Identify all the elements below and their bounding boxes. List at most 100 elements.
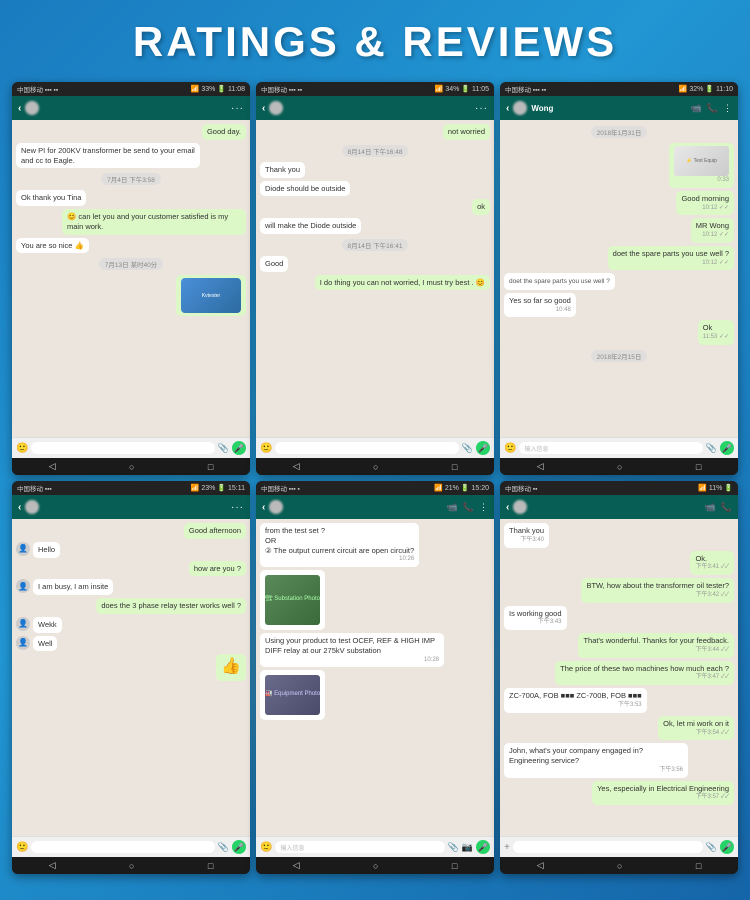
msg-4-7-row: 👤 Well <box>16 636 246 652</box>
carrier-1: 中国移动 ▪▪▪ ▪▪ <box>17 84 58 94</box>
msg-4-4-row: 👤 I am busy, I am insite <box>16 579 246 595</box>
call-icon-5[interactable]: 📞 <box>463 502 474 513</box>
chat-header-1: ‹ ​ ··· <box>12 96 250 120</box>
input-field-3[interactable]: 输入信息 <box>519 442 702 454</box>
menu-dots-1[interactable]: ··· <box>231 103 244 114</box>
input-bar-3: 🙂 输入信息 📎 🎤 <box>500 437 738 458</box>
plus-icon-6[interactable]: + <box>504 842 510 853</box>
nav-home-6[interactable]: ○ <box>617 861 622 871</box>
msg-2-4: ok <box>472 199 490 215</box>
nav-back-6[interactable]: ◁ <box>537 860 544 871</box>
msg-3-1: Good morning 10:12 ✓✓ <box>676 191 734 216</box>
video-call-icon-6[interactable]: 📹 <box>705 502 716 513</box>
status-right-1: 📶 33% 🔋 11:08 <box>191 85 245 93</box>
screen-1: 中国移动 ▪▪▪ ▪▪ 📶 33% 🔋 11:08 ‹ ​ ··· Good d… <box>12 82 250 475</box>
nav-back-5[interactable]: ◁ <box>293 860 300 871</box>
input-bar-1: 🙂 📎 🎤 <box>12 437 250 458</box>
attach-icon-3[interactable]: 📎 <box>706 443 717 454</box>
chat-body-1: Good day. New PI for 200KV transformer b… <box>12 120 250 437</box>
page-title: RATINGS & REVIEWS <box>0 18 750 66</box>
input-bar-6: + 📎 🎤 <box>500 836 738 857</box>
chat-header-3: ‹ Wong 📹 📞 ⋮ <box>500 96 738 120</box>
menu-dots-3[interactable]: ⋮ <box>723 103 732 114</box>
input-field-1[interactable] <box>31 442 214 454</box>
nav-home-3[interactable]: ○ <box>617 462 622 472</box>
msg-3-4: doet the spare parts you use well ? <box>504 273 615 289</box>
input-field-5[interactable]: 输入信息 <box>275 841 444 853</box>
nav-bar-5: ◁ ○ □ <box>256 857 494 874</box>
input-field-6[interactable] <box>513 841 703 853</box>
screen-6: 中国移动 ▪▪ 📶 11% 🔋 ‹ ​ 📹 📞 Thank you 下午3:40… <box>500 481 738 874</box>
back-arrow-3[interactable]: ‹ <box>506 103 509 114</box>
nav-bar-2: ◁ ○ □ <box>256 458 494 475</box>
camera-icon-5[interactable]: 📷 <box>462 842 473 853</box>
msg-3-3: doet the spare parts you use well ? 10:1… <box>608 246 734 271</box>
menu-dots-5[interactable]: ⋮ <box>479 502 488 513</box>
nav-recent-1[interactable]: □ <box>208 462 213 472</box>
attach-icon-2[interactable]: 📎 <box>462 443 473 454</box>
emoji-icon-5[interactable]: 🙂 <box>260 842 272 853</box>
nav-back-2[interactable]: ◁ <box>293 461 300 472</box>
mic-btn-5[interactable]: 🎤 <box>476 840 490 854</box>
msg-4-8: 👍 <box>216 654 246 681</box>
mic-btn-3[interactable]: 🎤 <box>720 441 734 455</box>
back-arrow-2[interactable]: ‹ <box>262 103 265 114</box>
input-bar-2: 🙂 📎 🎤 <box>256 437 494 458</box>
call-icon[interactable]: 📞 <box>707 103 718 114</box>
menu-dots-2[interactable]: ··· <box>475 103 488 114</box>
nav-home-5[interactable]: ○ <box>373 861 378 871</box>
msg-3-2: MR Wong 10:12 ✓✓ <box>691 218 734 243</box>
msg-1-5: You are so nice 👍 <box>16 238 89 254</box>
msg-6-4: Is working good 下午3:43 <box>504 606 567 631</box>
mic-btn-4[interactable]: 🎤 <box>232 840 246 854</box>
status-bar-6: 中国移动 ▪▪ 📶 11% 🔋 <box>500 481 738 495</box>
chat-header-6: ‹ ​ 📹 📞 <box>500 495 738 519</box>
emoji-icon-1[interactable]: 🙂 <box>16 443 28 454</box>
msg-2-1: not worried <box>443 124 490 140</box>
input-field-2[interactable] <box>275 442 458 454</box>
nav-back-1[interactable]: ◁ <box>49 461 56 472</box>
msg-6-5: That's wonderful. Thanks for your feedba… <box>578 633 734 658</box>
nav-recent-5[interactable]: □ <box>452 861 457 871</box>
emoji-icon-2[interactable]: 🙂 <box>260 443 272 454</box>
chat-icons-6: 📹 📞 <box>705 502 732 513</box>
mic-btn-1[interactable]: 🎤 <box>232 441 246 455</box>
emoji-icon-3[interactable]: 🙂 <box>504 443 516 454</box>
title-area: RATINGS & REVIEWS <box>0 0 750 76</box>
nav-recent-2[interactable]: □ <box>452 462 457 472</box>
date-3-2: 2018年2月15日 <box>591 350 648 362</box>
msg-2-7: I do thing you can not worried, I must t… <box>315 275 490 291</box>
nav-home-4[interactable]: ○ <box>129 861 134 871</box>
mic-btn-6[interactable]: 🎤 <box>720 840 734 854</box>
date-2-1: 8月14日 下午16:48 <box>342 145 409 157</box>
video-call-icon[interactable]: 📹 <box>691 103 702 114</box>
video-call-icon-5[interactable]: 📹 <box>447 502 458 513</box>
call-icon-6[interactable]: 📞 <box>721 502 732 513</box>
chat-body-2: not worried 8月14日 下午16:48 Thank you Diod… <box>256 120 494 437</box>
contact-3: Wong <box>531 104 686 113</box>
avatar-4 <box>25 500 39 514</box>
person-icon-4-2: 👤 <box>16 579 30 593</box>
menu-dots-4[interactable]: ··· <box>231 502 244 513</box>
nav-recent-6[interactable]: □ <box>696 861 701 871</box>
nav-home-1[interactable]: ○ <box>129 462 134 472</box>
attach-icon-4[interactable]: 📎 <box>218 842 229 853</box>
nav-recent-3[interactable]: □ <box>696 462 701 472</box>
nav-home-2[interactable]: ○ <box>373 462 378 472</box>
nav-back-4[interactable]: ◁ <box>49 860 56 871</box>
back-arrow-6[interactable]: ‹ <box>506 502 509 513</box>
input-field-4[interactable] <box>31 841 214 853</box>
screen-3: 中国移动 ▪▪▪ ▪▪ 📶 32% 🔋 11:10 ‹ Wong 📹 📞 ⋮ 2… <box>500 82 738 475</box>
back-arrow-5[interactable]: ‹ <box>262 502 265 513</box>
back-arrow-4[interactable]: ‹ <box>18 502 21 513</box>
nav-bar-1: ◁ ○ □ <box>12 458 250 475</box>
date-2-2: 8月14日 下午16:41 <box>342 239 409 251</box>
attach-icon-6[interactable]: 📎 <box>706 842 717 853</box>
mic-btn-2[interactable]: 🎤 <box>476 441 490 455</box>
attach-icon-5[interactable]: 📎 <box>448 842 459 853</box>
nav-back-3[interactable]: ◁ <box>537 461 544 472</box>
back-arrow-1[interactable]: ‹ <box>18 103 21 114</box>
nav-recent-4[interactable]: □ <box>208 861 213 871</box>
emoji-icon-4[interactable]: 🙂 <box>16 842 28 853</box>
attach-icon-1[interactable]: 📎 <box>218 443 229 454</box>
